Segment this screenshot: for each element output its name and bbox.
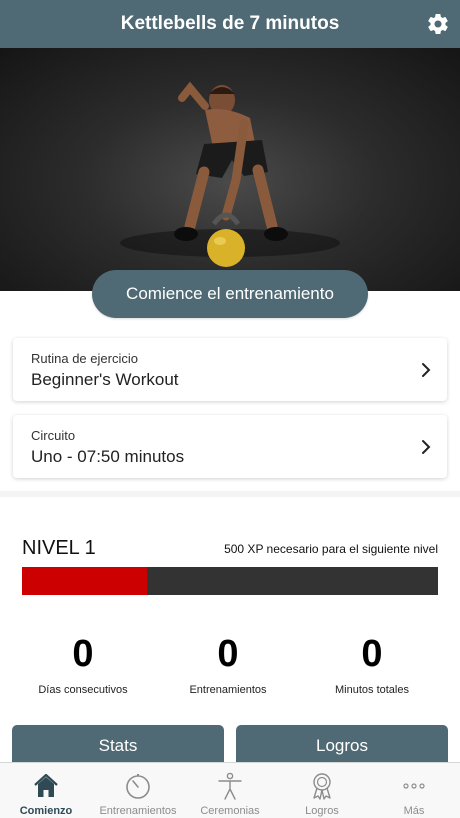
achievements-button[interactable]: Logros [236,725,448,767]
streak-days-value: 0 [72,633,94,675]
tab-ceremonies-label: Ceremonias [200,805,260,817]
streak-days-label: Días consecutivos [38,684,128,696]
tab-home[interactable]: Comienzo [0,763,92,818]
page-title: Kettlebells de 7 minutos [120,13,340,34]
workouts-value: 0 [217,633,239,675]
total-minutes-value: 0 [361,633,383,675]
workout-routine-label: Rutina de ejercicio [31,351,138,366]
stats-button[interactable]: Stats [12,725,224,767]
gear-icon[interactable] [426,12,450,36]
tab-workouts-label: Entrenamientos [99,805,177,817]
workouts-stat: 0 Entrenamientos [158,632,298,696]
chevron-right-icon [422,363,431,377]
tab-ceremonies[interactable]: Ceremonias [184,763,276,818]
xp-needed-text: 500 XP necesario para el siguiente nivel [224,542,438,556]
level-title: NIVEL 1 [22,537,96,559]
xp-progress-bar [22,567,438,595]
circuit-label: Circuito [31,428,76,443]
tab-achievements[interactable]: Logros [276,763,368,818]
home-icon [34,773,58,797]
circuit-card[interactable]: Circuito Uno - 07:50 minutos [13,415,447,478]
section-divider [0,491,460,497]
chevron-right-icon [422,440,431,454]
more-icon [403,783,425,789]
stopwatch-icon [126,774,150,799]
tab-home-label: Comienzo [19,805,73,817]
workout-routine-card[interactable]: Rutina de ejercicio Beginner's Workout [13,338,447,401]
award-icon [313,773,331,800]
bottom-tab-bar: Comienzo Entrenamientos Ceremonias Logro… [0,762,460,818]
xp-progress-fill [22,567,147,595]
total-minutes-label: Minutos totales [335,684,409,696]
tab-more-label: Más [403,805,425,817]
person-icon [218,772,242,800]
streak-days-stat: 0 Días consecutivos [13,632,153,696]
workout-routine-value: Beginner's Workout [31,370,179,389]
app-header: Kettlebells de 7 minutos [0,0,460,48]
tab-workouts[interactable]: Entrenamientos [92,763,184,818]
circuit-value: Uno - 07:50 minutos [31,447,185,466]
tab-more[interactable]: Más [368,763,460,818]
total-minutes-stat: 0 Minutos totales [302,632,442,696]
workouts-label: Entrenamientos [189,684,267,696]
tab-achievements-label: Logros [305,805,339,817]
athlete-illustration [120,81,340,267]
start-workout-button[interactable]: Comience el entrenamiento [92,270,368,318]
hero-image [0,48,460,291]
